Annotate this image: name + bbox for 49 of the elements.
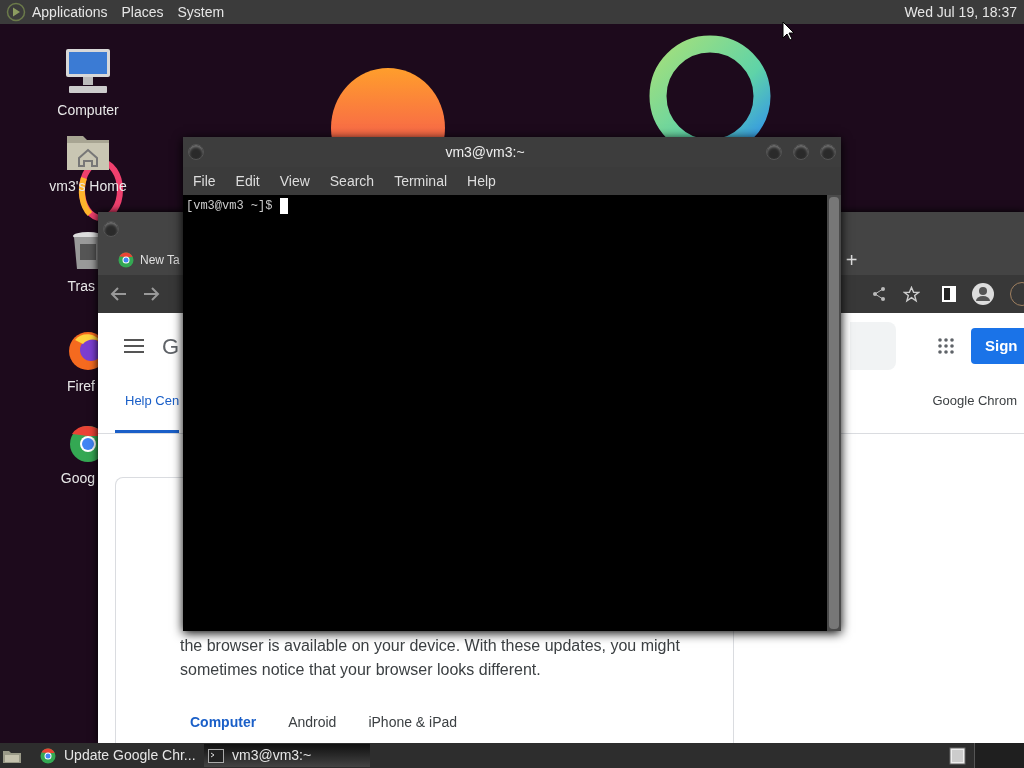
forward-icon[interactable]	[142, 285, 160, 303]
panel-menu[interactable]: Applications	[32, 1, 108, 23]
terminal-icon	[208, 748, 224, 763]
terminal-menu[interactable]: Terminal	[387, 170, 455, 192]
scrollbar[interactable]	[827, 195, 841, 631]
chrome-icon	[118, 252, 134, 268]
panel-menu[interactable]: Places	[121, 1, 164, 23]
google-logo[interactable]: G	[162, 329, 180, 363]
terminal-menu[interactable]: Help	[460, 170, 503, 192]
menu-logo-icon[interactable]	[6, 2, 26, 22]
platform-tab[interactable]: Computer	[178, 710, 269, 735]
desktop-icon-label[interactable]: Goog	[60, 468, 95, 489]
close-button[interactable]	[820, 144, 836, 160]
taskbar-button[interactable]: vm3@vm3:~	[204, 744, 370, 767]
text-cursor	[280, 198, 289, 214]
apps-icon[interactable]	[938, 338, 954, 354]
article-paragraph: the browser is available on your device. With these updates, you might sometimes notice that your browser looks different.	[180, 636, 680, 680]
browser-tab[interactable]: New Ta	[140, 251, 180, 269]
side-panel-icon[interactable]	[942, 286, 956, 302]
cursor-icon	[782, 21, 794, 41]
window-button[interactable]	[103, 220, 119, 237]
profile-icon[interactable]	[972, 283, 994, 305]
chrome-icon	[40, 747, 56, 764]
nav-tab[interactable]: Help Cen	[115, 371, 180, 433]
panel-clock[interactable]: Wed Jul 19, 18:37	[904, 1, 1018, 23]
window-title: vm3@vm3:~	[444, 142, 526, 162]
computer-icon	[63, 46, 113, 96]
desktop-icon-label[interactable]: Computer	[57, 100, 119, 121]
platform-tab[interactable]: iPhone & iPad	[356, 710, 470, 735]
menu-icon[interactable]	[124, 339, 144, 353]
terminal-menu[interactable]: Search	[322, 170, 382, 192]
platform-tab[interactable]: Android	[276, 710, 349, 735]
star-icon[interactable]	[903, 285, 920, 303]
share-icon[interactable]	[871, 286, 887, 302]
workspace-icon[interactable]	[949, 746, 967, 765]
nav-tab[interactable]: Google Chrom	[922, 371, 1024, 433]
sign-in-button[interactable]: Sign	[971, 328, 1024, 364]
desktop-icon-label[interactable]: Tras	[67, 276, 95, 297]
maximize-button[interactable]	[793, 144, 809, 160]
desktop-icon-label[interactable]: Firef	[67, 376, 95, 397]
shell-prompt: [vm3@vm3 ~]$	[186, 198, 273, 214]
panel-menu[interactable]: System	[177, 1, 225, 23]
terminal-menu[interactable]: View	[272, 170, 317, 192]
back-icon[interactable]	[110, 285, 128, 303]
minimize-button[interactable]	[766, 144, 782, 160]
new-tab-icon[interactable]: +	[845, 250, 858, 270]
terminal-menu[interactable]: Edit	[228, 170, 267, 192]
terminal-menu[interactable]: File	[186, 170, 223, 192]
window-button[interactable]	[188, 144, 204, 160]
